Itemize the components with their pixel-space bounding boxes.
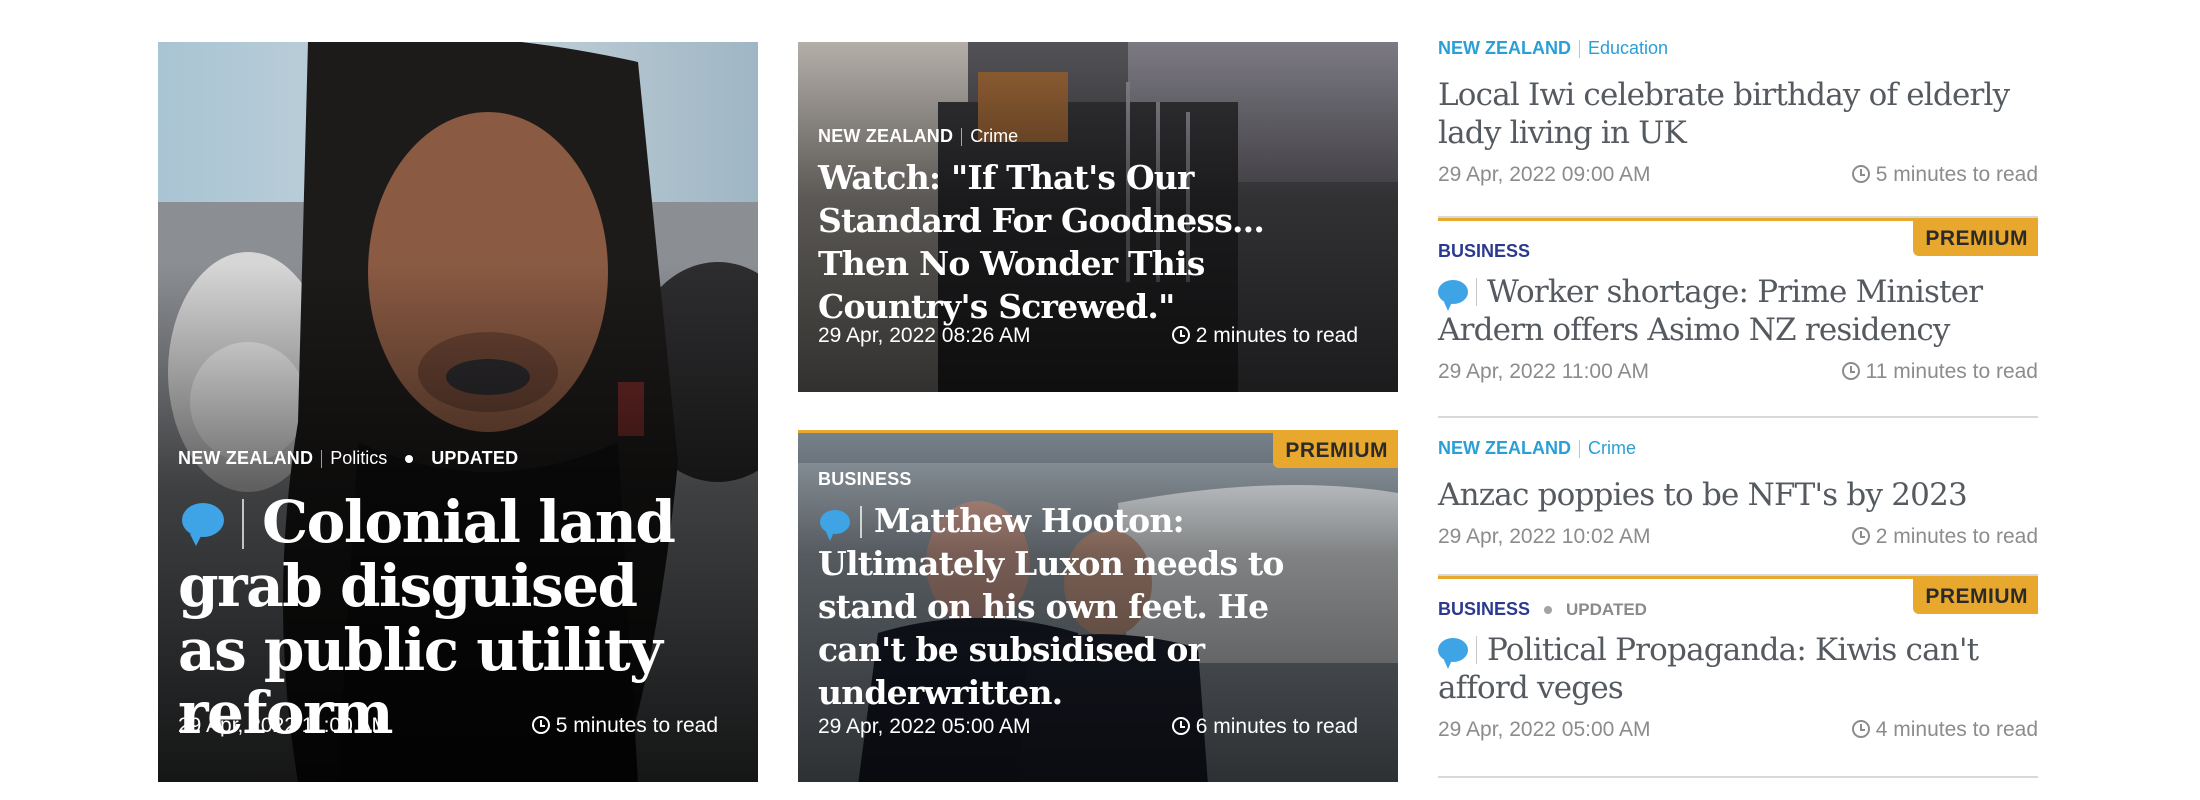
mid-top-meta: 29 Apr, 2022 08:26 AM 2 minutes to read (818, 324, 1358, 348)
clock-icon (1851, 526, 1870, 545)
side-headline[interactable]: Anzac poppies to be NFT's by 2023 (1438, 477, 2038, 515)
side-subsection-tag[interactable]: Crime (1588, 438, 1636, 459)
mid-bottom-content: BUSINESS Matthew Hooton: Ultimately Luxo… (818, 469, 1358, 714)
mid-top-article-card[interactable]: NEW ZEALAND Crime Watch: "If That's Our … (798, 42, 1398, 392)
mid-bottom-meta: 29 Apr, 2022 05:00 AM 6 minutes to read (818, 715, 1358, 739)
side-section-tag[interactable]: NEW ZEALAND (1438, 438, 1571, 459)
side-date: 29 Apr, 2022 05:00 AM (1438, 717, 1651, 741)
side-section-tag[interactable]: BUSINESS (1438, 599, 1530, 620)
mid-top-content: NEW ZEALAND Crime Watch: "If That's Our … (818, 126, 1358, 329)
side-read-time: 11 minutes to read (1865, 359, 2038, 383)
hero-read-time: 5 minutes to read (555, 714, 718, 737)
mid-bottom-headline: Matthew Hooton: Ultimately Luxon needs t… (818, 501, 1284, 712)
side-date: 29 Apr, 2022 10:02 AM (1438, 524, 1651, 548)
side-article-item[interactable]: PREMIUM BUSINESS Worker shortage: Prime … (1438, 218, 2038, 418)
comment-bubble-icon (1438, 280, 1468, 311)
side-status-badge: UPDATED (1566, 599, 1647, 619)
hero-tag-row: NEW ZEALAND Politics UPDATED (178, 448, 718, 469)
side-section-tag[interactable]: BUSINESS (1438, 241, 1530, 262)
mid-top-read-time: 2 minutes to read (1195, 324, 1358, 347)
hero-subsection-tag[interactable]: Politics (330, 448, 387, 469)
side-read-time: 5 minutes to read (1875, 162, 2038, 186)
side-read-time-wrap: 5 minutes to read (1851, 162, 2038, 187)
side-subsection-tag[interactable]: Education (1588, 38, 1668, 59)
comment-bubble-icon (1438, 638, 1468, 669)
comment-bubble-icon (182, 503, 224, 546)
clock-icon (1851, 719, 1870, 738)
comment-bubble-icon (820, 510, 850, 541)
tag-divider (1579, 439, 1580, 458)
hero-headline-wrap[interactable]: Colonial land grab disguised as public u… (178, 488, 718, 748)
headline-divider (860, 506, 862, 538)
headline-divider (242, 499, 244, 549)
mid-bottom-tag-row: BUSINESS (818, 469, 1358, 490)
hero-status-badge: UPDATED (431, 448, 519, 468)
premium-badge: PREMIUM (1273, 433, 1398, 468)
mid-bottom-section-tag[interactable]: BUSINESS (818, 469, 912, 490)
side-headline[interactable]: Local Iwi celebrate birthday of elderly … (1438, 77, 2038, 153)
hero-read-time-wrap: 5 minutes to read (531, 714, 718, 738)
side-meta: 29 Apr, 2022 09:00 AM 5 minutes to read (1438, 163, 2038, 187)
premium-badge: PREMIUM (1913, 221, 2038, 256)
clock-icon (1841, 361, 1860, 380)
hero-article-card[interactable]: NEW ZEALAND Politics UPDATED Colonial la… (158, 42, 758, 782)
side-meta: 29 Apr, 2022 11:00 AM 11 minutes to read (1438, 360, 2038, 384)
side-article-item[interactable]: PREMIUM BUSINESS UPDATED Political Propa… (1438, 576, 2038, 778)
side-read-time-wrap: 4 minutes to read (1851, 717, 2038, 742)
mid-top-subsection-tag[interactable]: Crime (970, 126, 1018, 147)
side-meta: 29 Apr, 2022 10:02 AM 2 minutes to read (1438, 525, 2038, 549)
mid-top-section-tag[interactable]: NEW ZEALAND (818, 126, 953, 147)
clock-icon (1171, 326, 1190, 344)
side-tag-row: NEW ZEALAND Crime (1438, 438, 2038, 459)
side-headline-wrap[interactable]: Worker shortage: Prime Minister Ardern o… (1438, 274, 2038, 350)
clock-icon (531, 716, 550, 734)
side-article-list: NEW ZEALAND Education Local Iwi celebrat… (1438, 0, 2038, 800)
tag-divider (321, 449, 323, 468)
side-read-time-wrap: 11 minutes to read (1841, 359, 2038, 384)
hero-meta: 29 Apr, 2022 11:00 AM 5 minutes to read (178, 714, 718, 738)
side-headline: Worker shortage: Prime Minister Ardern o… (1438, 274, 1983, 348)
side-headline-wrap[interactable]: Political Propaganda: Kiwis can't afford… (1438, 632, 2038, 708)
hero-date: 29 Apr, 2022 11:00 AM (178, 714, 389, 737)
mid-bottom-read-time: 6 minutes to read (1195, 715, 1358, 738)
hero-content: NEW ZEALAND Politics UPDATED Colonial la… (178, 448, 718, 746)
mid-bottom-article-card[interactable]: PREMIUM BUSINESS Matthew Hooton: Ultimat… (798, 430, 1398, 782)
tag-divider (961, 127, 963, 146)
mid-bottom-date: 29 Apr, 2022 05:00 AM (818, 715, 1031, 738)
clock-icon (1171, 717, 1190, 735)
side-headline: Political Propaganda: Kiwis can't afford… (1438, 632, 1979, 706)
premium-badge: PREMIUM (1913, 579, 2038, 614)
side-meta: 29 Apr, 2022 05:00 AM 4 minutes to read (1438, 718, 2038, 742)
headline-divider (1476, 278, 1477, 306)
side-section-tag[interactable]: NEW ZEALAND (1438, 38, 1571, 59)
side-tag-row: NEW ZEALAND Education (1438, 38, 2038, 59)
hero-headline: Colonial land grab disguised as public u… (178, 488, 676, 748)
tag-divider (1579, 39, 1580, 58)
mid-top-date: 29 Apr, 2022 08:26 AM (818, 324, 1031, 347)
side-read-time-wrap: 2 minutes to read (1851, 524, 2038, 549)
hero-section-tag[interactable]: NEW ZEALAND (178, 448, 313, 469)
mid-bottom-headline-wrap[interactable]: Matthew Hooton: Ultimately Luxon needs t… (818, 500, 1358, 714)
side-date: 29 Apr, 2022 11:00 AM (1438, 359, 1649, 383)
mid-top-headline[interactable]: Watch: "If That's Our Standard For Goodn… (818, 157, 1358, 329)
side-date: 29 Apr, 2022 09:00 AM (1438, 162, 1651, 186)
mid-top-read-time-wrap: 2 minutes to read (1171, 324, 1358, 348)
side-article-item[interactable]: NEW ZEALAND Crime Anzac poppies to be NF… (1438, 418, 2038, 576)
dot-separator (1544, 605, 1553, 614)
side-read-time: 2 minutes to read (1875, 524, 2038, 548)
clock-icon (1851, 164, 1870, 183)
mid-top-tag-row: NEW ZEALAND Crime (818, 126, 1358, 147)
dot-separator (405, 454, 414, 463)
mid-bottom-read-time-wrap: 6 minutes to read (1171, 715, 1358, 739)
side-article-item[interactable]: NEW ZEALAND Education Local Iwi celebrat… (1438, 38, 2038, 218)
headline-divider (1476, 636, 1477, 664)
side-read-time: 4 minutes to read (1875, 717, 2038, 741)
